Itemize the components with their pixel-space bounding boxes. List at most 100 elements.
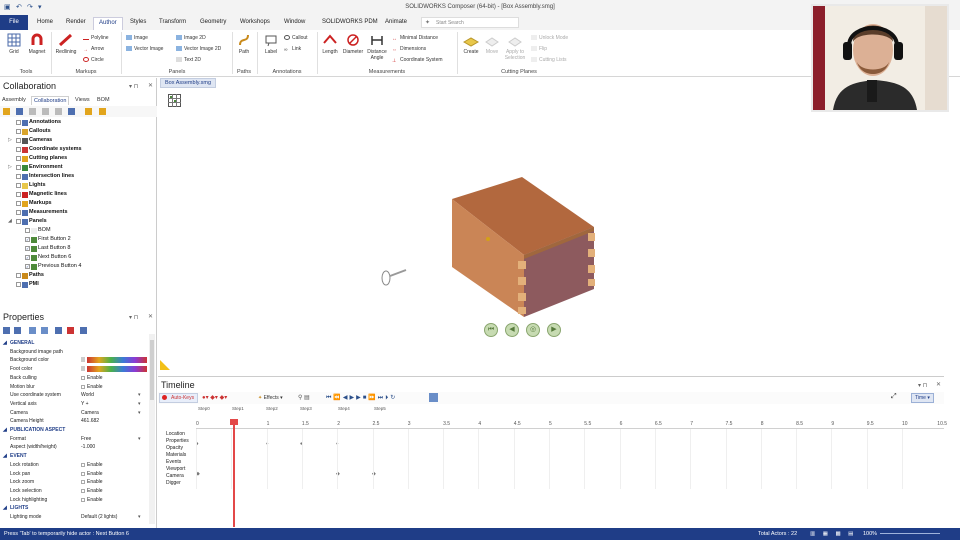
subtab-assembly[interactable]: Assembly — [2, 97, 26, 103]
dropdown-arrow-icon[interactable]: ▾ — [138, 401, 141, 407]
property-row[interactable]: Camera Height 461.682 — [0, 417, 150, 426]
visibility-checkbox[interactable] — [16, 156, 21, 161]
tab-geometry[interactable]: Geometry — [200, 19, 226, 25]
next-button[interactable]: ◎ — [526, 323, 540, 337]
move-cutting-plane-button[interactable]: Move — [483, 33, 501, 55]
tree-item[interactable]: ✓ Previous Button 4 — [25, 263, 81, 272]
playback-controls[interactable]: ⏮⏪◀▶▶■⏩⏭⏵↻ — [326, 394, 397, 402]
tab-file[interactable]: File — [0, 15, 28, 30]
section-collapse-icon[interactable]: ◢ — [3, 340, 7, 346]
visibility-checkbox[interactable] — [16, 219, 21, 224]
tree-item[interactable]: ✓ Last Button 8 — [25, 245, 70, 254]
magnet-button[interactable]: Magnet — [25, 33, 49, 55]
scrollbar-thumb[interactable] — [150, 340, 154, 400]
track-label[interactable]: Materials — [166, 452, 186, 458]
property-checkbox[interactable] — [81, 488, 85, 493]
property-row[interactable]: Background image path — [0, 348, 150, 357]
document-tab[interactable]: Box Assembly.smg — [160, 78, 217, 88]
property-row[interactable]: Vertical axis Y + ▾ — [0, 400, 150, 409]
tab-animate[interactable]: Animate — [385, 19, 407, 25]
apply-to-selection-button[interactable]: Apply to Selection — [502, 33, 528, 61]
visibility-checkbox[interactable] — [16, 183, 21, 188]
property-row[interactable]: Lock selection Enable — [0, 487, 150, 496]
property-section[interactable]: GENERAL ◢ — [0, 339, 150, 348]
color-picker[interactable] — [87, 366, 147, 373]
color-picker[interactable] — [87, 357, 147, 364]
track-label[interactable]: Location — [166, 431, 185, 437]
visibility-checkbox[interactable]: ✓ — [25, 237, 30, 242]
subtab-bom[interactable]: BOM — [97, 97, 110, 103]
step-marker[interactable]: Step5 — [374, 406, 386, 411]
tree-item[interactable]: ▷ Cameras — [8, 137, 52, 146]
visibility-checkbox[interactable] — [16, 147, 21, 152]
image-button[interactable]: Image — [126, 35, 148, 41]
color-swatch[interactable] — [81, 357, 85, 363]
search-box[interactable]: ✦ Start Search — [421, 17, 519, 28]
step-marker[interactable]: Step4 — [338, 406, 350, 411]
tree-item[interactable]: ▷ Environment — [8, 164, 63, 173]
length-button[interactable]: Length — [319, 33, 341, 55]
property-row[interactable]: Lock rotation Enable — [0, 461, 150, 470]
vector-image-2d-button[interactable]: Vector Image 2D — [176, 46, 221, 52]
cutting-lists-button[interactable]: Cutting Lists — [531, 57, 567, 63]
tree-item[interactable]: ◢ Panels — [8, 218, 47, 227]
property-checkbox[interactable] — [81, 480, 85, 485]
property-value[interactable]: -1.000 — [81, 444, 95, 450]
property-checkbox[interactable] — [81, 375, 85, 380]
visibility-checkbox[interactable] — [16, 120, 21, 125]
tree-item[interactable]: Cutting planes — [16, 155, 67, 164]
visibility-checkbox[interactable] — [16, 174, 21, 179]
property-value[interactable]: Y + — [81, 401, 89, 407]
dropdown-arrow-icon[interactable]: ▾ — [138, 410, 141, 416]
property-section[interactable]: EVENT ◢ — [0, 452, 150, 461]
visibility-checkbox[interactable] — [16, 165, 21, 170]
visibility-checkbox[interactable] — [16, 273, 21, 278]
property-checkbox[interactable] — [81, 471, 85, 476]
diameter-button[interactable]: Diameter — [341, 33, 365, 55]
circle-button[interactable]: Circle — [83, 57, 104, 63]
close-icon[interactable]: ✕ — [148, 313, 153, 320]
tab-home[interactable]: Home — [37, 19, 53, 25]
track-label[interactable]: Properties — [166, 438, 189, 444]
visibility-checkbox[interactable] — [16, 201, 21, 206]
polyline-button[interactable]: Polyline — [83, 35, 109, 41]
tree-item[interactable]: Intersection lines — [16, 173, 74, 182]
property-row[interactable]: Lock pan Enable — [0, 470, 150, 479]
properties-toolbar-icons[interactable] — [2, 326, 102, 336]
effects-button[interactable]: ✦ Effects ▾ — [258, 395, 283, 401]
dropdown-arrow-icon[interactable]: ▾ — [138, 514, 141, 520]
property-checkbox[interactable] — [81, 462, 85, 467]
step-marker[interactable]: Step3 — [300, 406, 312, 411]
property-value[interactable]: 461.682 — [81, 418, 99, 424]
property-row[interactable]: Format Free ▾ — [0, 435, 150, 444]
pin-icon[interactable]: ▾ ⊓ — [129, 83, 138, 90]
bom-grid-icon[interactable] — [168, 94, 181, 107]
tab-author[interactable]: Author — [93, 17, 123, 30]
tree-item[interactable]: Markups — [16, 200, 52, 209]
property-row[interactable]: Background color — [0, 356, 150, 365]
visibility-checkbox[interactable] — [16, 192, 21, 197]
visibility-checkbox[interactable]: ✓ — [25, 264, 30, 269]
visibility-checkbox[interactable] — [25, 228, 30, 233]
collaboration-toolbar-icons[interactable] — [0, 106, 157, 117]
path-button[interactable]: Path — [234, 33, 254, 55]
tab-workshops[interactable]: Workshops — [240, 19, 270, 25]
property-row[interactable]: Foot color — [0, 365, 150, 374]
tree-item[interactable]: Paths — [16, 272, 44, 281]
time-ruler[interactable]: 00.511.522.533.544.555.566.577.588.599.5… — [196, 421, 947, 429]
visibility-checkbox[interactable]: ✓ — [25, 255, 30, 260]
auto-keys-button[interactable]: Auto-Keys — [159, 393, 199, 403]
property-row[interactable]: Camera Camera ▾ — [0, 409, 150, 418]
properties-scrollbar[interactable] — [149, 334, 155, 524]
tree-item[interactable]: Measurements — [16, 209, 68, 218]
property-value[interactable]: Free — [81, 436, 91, 442]
key-icon[interactable]: ●▾ ◆▾ ◆▾ — [202, 394, 227, 401]
expand-icon[interactable]: ▷ — [8, 164, 12, 170]
track-label[interactable]: Events — [166, 459, 181, 465]
flip-button[interactable]: Flip — [531, 46, 547, 52]
unlock-mode-button[interactable]: Unlock Mode — [531, 35, 568, 41]
visibility-checkbox[interactable] — [16, 129, 21, 134]
tree-item[interactable]: BOM — [25, 227, 51, 236]
first-button[interactable]: ⏮ — [484, 323, 498, 337]
coordinate-system-button[interactable]: ⊥ Coordinate System — [392, 57, 443, 64]
